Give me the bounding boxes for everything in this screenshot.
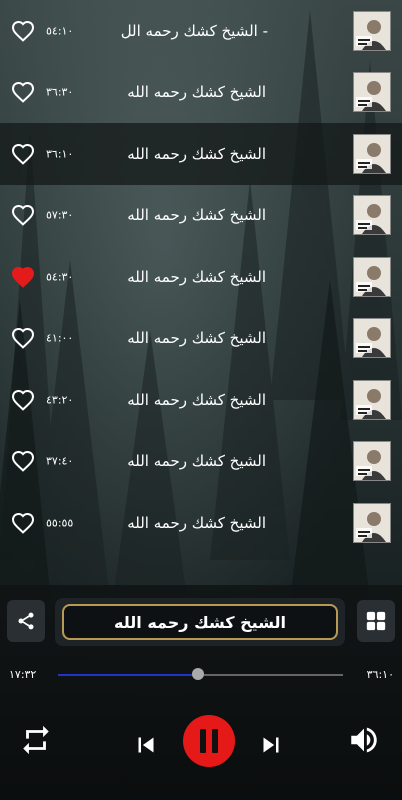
track-title: الشيخ كشك رحمه الله xyxy=(127,390,266,409)
album-art-thumbnail xyxy=(353,256,391,297)
playlist-item[interactable]: ٥٥:٥٥ الشيخ كشك رحمه الله xyxy=(0,492,402,554)
track-duration: ٣٧:٤٠ xyxy=(46,454,74,468)
album-art-thumbnail xyxy=(353,133,391,174)
playlist: ٥٤:١٠ - الشيخ كشك رحمه الل ٣٦:٣٠ الشيخ كشك … xyxy=(0,0,402,554)
grid-icon xyxy=(366,611,386,631)
skip-next-icon[interactable] xyxy=(256,730,286,760)
favorite-heart-icon[interactable] xyxy=(10,80,36,104)
playlist-item[interactable]: ٣٦:٣٠ الشيخ كشك رحمه الله xyxy=(0,62,402,124)
album-art-thumbnail xyxy=(353,441,391,482)
share-button[interactable] xyxy=(7,600,45,642)
seek-bar-fill xyxy=(58,674,198,676)
volume-icon[interactable] xyxy=(346,723,382,757)
album-art-thumbnail xyxy=(353,195,391,236)
album-art-thumbnail xyxy=(353,72,391,113)
track-title: الشيخ كشك رحمه الله xyxy=(127,144,266,163)
track-title: - الشيخ كشك رحمه الل xyxy=(120,21,268,40)
favorite-heart-icon[interactable] xyxy=(10,326,36,350)
playlist-item[interactable]: ٣٦:١٠ الشيخ كشك رحمه الله xyxy=(0,123,402,185)
album-art-thumbnail xyxy=(353,379,391,420)
player-panel: الشيخ كشك رحمه الله ١٧:٣٢ ٣٦:١٠ xyxy=(0,585,402,800)
grid-menu-button[interactable] xyxy=(357,600,395,642)
album-art-thumbnail xyxy=(353,502,391,543)
repeat-icon[interactable] xyxy=(18,723,54,757)
share-icon xyxy=(18,612,34,630)
track-duration: ٣٦:٣٠ xyxy=(46,85,74,99)
track-duration: ٤٣:٢٠ xyxy=(46,393,74,407)
track-duration: ٤١:٠٠ xyxy=(46,331,74,345)
playlist-item[interactable]: ٥٤:١٠ - الشيخ كشك رحمه الل xyxy=(0,0,402,62)
album-art-thumbnail xyxy=(353,318,391,359)
track-duration: ٥٥:٥٥ xyxy=(46,516,74,530)
track-title: الشيخ كشك رحمه الله xyxy=(127,267,266,286)
favorite-heart-icon[interactable] xyxy=(10,142,36,166)
playlist-item[interactable]: ٤٣:٢٠ الشيخ كشك رحمه الله xyxy=(0,369,402,431)
playlist-item[interactable]: ٥٤:٣٠ الشيخ كشك رحمه الله xyxy=(0,246,402,308)
favorite-heart-icon[interactable] xyxy=(10,388,36,412)
track-duration: ٥٤:١٠ xyxy=(46,24,74,38)
favorite-heart-icon[interactable] xyxy=(10,511,36,535)
track-title: الشيخ كشك رحمه الله xyxy=(127,83,266,102)
track-duration: ٥٤:٣٠ xyxy=(46,270,74,284)
album-art-thumbnail xyxy=(353,10,391,51)
favorite-heart-icon[interactable] xyxy=(10,449,36,473)
track-duration: ٣٦:١٠ xyxy=(46,147,74,161)
now-playing-title: الشيخ كشك رحمه الله xyxy=(62,604,338,640)
pause-button[interactable] xyxy=(182,714,236,768)
playlist-item[interactable]: ٤١:٠٠ الشيخ كشك رحمه الله xyxy=(0,308,402,370)
now-playing-box: الشيخ كشك رحمه الله xyxy=(55,598,345,646)
track-duration: ٥٧:٣٠ xyxy=(46,208,74,222)
skip-previous-icon[interactable] xyxy=(131,730,161,760)
seek-bar-handle[interactable] xyxy=(191,668,204,680)
elapsed-time: ١٧:٣٢ xyxy=(9,668,37,681)
favorite-heart-icon[interactable] xyxy=(10,19,36,43)
total-time: ٣٦:١٠ xyxy=(366,668,394,681)
track-title: الشيخ كشك رحمه الله xyxy=(127,329,266,348)
playlist-item[interactable]: ٣٧:٤٠ الشيخ كشك رحمه الله xyxy=(0,431,402,493)
track-title: الشيخ كشك رحمه الله xyxy=(127,513,266,532)
track-title: الشيخ كشك رحمه الله xyxy=(127,452,266,471)
favorite-heart-icon[interactable] xyxy=(10,203,36,227)
track-title: الشيخ كشك رحمه الله xyxy=(127,206,266,225)
favorite-heart-icon[interactable] xyxy=(10,265,36,289)
playlist-item[interactable]: ٥٧:٣٠ الشيخ كشك رحمه الله xyxy=(0,185,402,247)
